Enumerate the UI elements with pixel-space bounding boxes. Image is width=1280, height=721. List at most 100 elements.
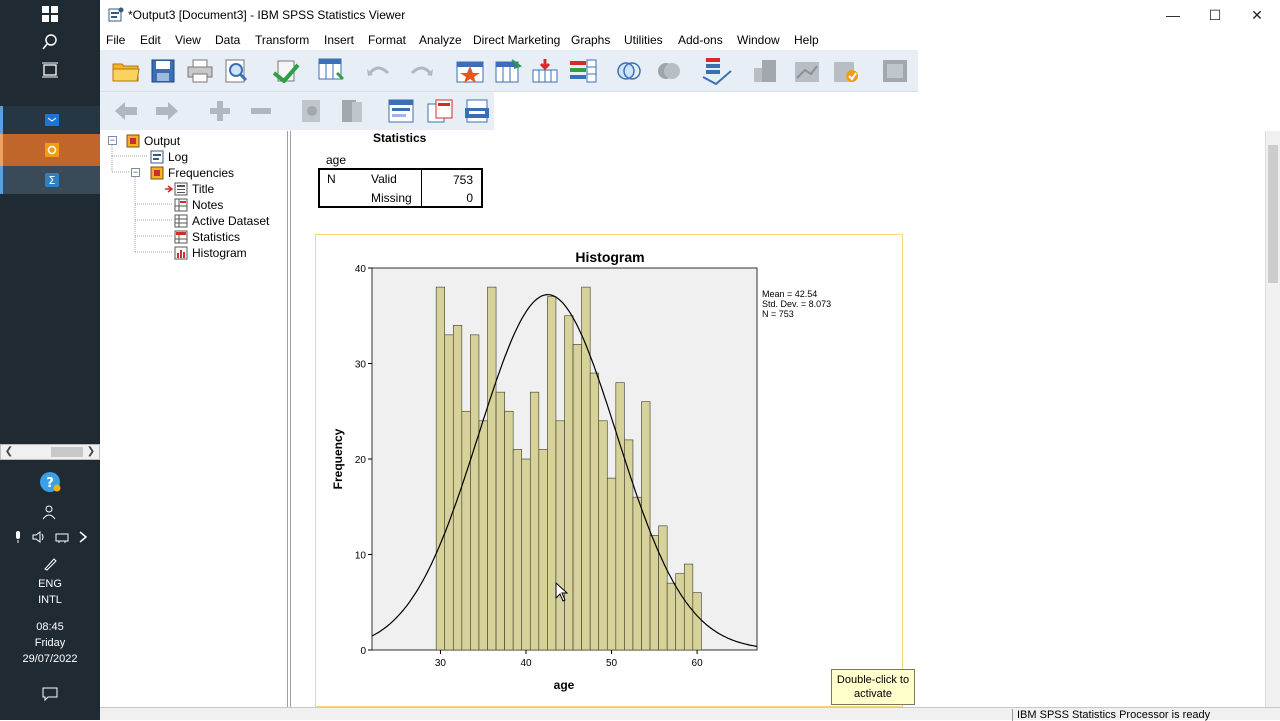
histogram-bar — [529, 391, 540, 651]
disabled-tool-2[interactable] — [792, 56, 822, 86]
keyboard-layout-label[interactable]: INTL — [0, 593, 100, 608]
menu-window[interactable]: Window — [737, 33, 780, 47]
print-preview-button[interactable] — [222, 56, 252, 86]
next-button[interactable] — [152, 96, 182, 126]
histogram-bar — [658, 525, 668, 651]
svg-text:?: ? — [46, 476, 54, 491]
histogram-bar — [495, 391, 505, 651]
menu-utilities[interactable]: Utilities — [624, 33, 663, 47]
content-vertical-scrollbar[interactable] — [1265, 131, 1280, 707]
people-icon[interactable] — [0, 498, 100, 526]
taskbar-scrollbar[interactable]: ❮ ❯ — [0, 444, 100, 460]
content-scroll-thumb[interactable] — [1268, 145, 1278, 283]
pen-icon[interactable] — [0, 550, 100, 578]
use-sets-button[interactable] — [614, 56, 644, 86]
menu-format[interactable]: Format — [368, 33, 406, 47]
variables-button[interactable] — [568, 56, 598, 86]
scroll-left-icon[interactable]: ❮ — [1, 445, 17, 459]
search-icon[interactable] — [0, 28, 100, 56]
goto-case-icon — [495, 59, 522, 83]
insert-title-icon — [427, 99, 453, 123]
menu-file[interactable]: File — [106, 33, 125, 47]
arrow-right-icon — [156, 102, 178, 120]
go-to-data-button[interactable] — [317, 56, 347, 86]
tree-item-notes[interactable]: Notes — [174, 197, 223, 213]
redo-button[interactable] — [406, 56, 436, 86]
windows-start-icon[interactable] — [0, 0, 100, 28]
tree-label-histogram: Histogram — [192, 246, 247, 260]
expand-button[interactable] — [205, 96, 235, 126]
previous-button[interactable] — [111, 96, 141, 126]
hide-button[interactable] — [337, 96, 367, 126]
designate-window-button[interactable] — [455, 56, 485, 86]
x-axis-ticks: 30 40 50 60 — [435, 650, 703, 669]
maximize-button[interactable]: ☐ — [1194, 0, 1236, 30]
minimize-button[interactable]: — — [1152, 0, 1194, 30]
language-label[interactable]: ENG — [0, 577, 100, 592]
save-button[interactable] — [148, 56, 178, 86]
script-button[interactable] — [831, 56, 861, 86]
office-taskbar-icon[interactable] — [0, 134, 100, 166]
menu-view[interactable]: View — [175, 33, 201, 47]
task-view-icon[interactable] — [0, 56, 100, 84]
scroll-right-icon[interactable]: ❯ — [83, 445, 99, 459]
menu-add-ons[interactable]: Add-ons — [678, 33, 723, 47]
menu-graphs[interactable]: Graphs — [571, 33, 610, 47]
menu-transform[interactable]: Transform — [255, 33, 309, 47]
help-icon[interactable]: ? — [0, 468, 100, 496]
hide-doc-icon — [342, 100, 362, 122]
tree-item-active-dataset[interactable]: Active Dataset — [174, 213, 269, 229]
chevron-right-icon[interactable] — [78, 530, 88, 544]
open-folder-button[interactable] — [111, 56, 141, 86]
histogram-bar — [572, 344, 582, 651]
menu-direct-marketing[interactable]: Direct Marketing — [473, 33, 560, 47]
goto-case-button[interactable] — [493, 56, 523, 86]
menu-edit[interactable]: Edit — [140, 33, 161, 47]
tree-item-statistics[interactable]: Statistics — [174, 229, 240, 245]
histogram-bar — [478, 420, 488, 651]
arrow-left-icon — [115, 102, 137, 120]
histogram-bar — [452, 325, 463, 651]
tree-item-histogram[interactable]: Histogram — [174, 245, 247, 261]
spss-taskbar-icon[interactable]: Σ — [0, 166, 100, 194]
plus-icon — [210, 101, 230, 121]
menu-data[interactable]: Data — [215, 33, 240, 47]
x-tick-label: 30 — [435, 658, 447, 669]
menu-insert[interactable]: Insert — [324, 33, 354, 47]
collapse-button[interactable] — [246, 96, 276, 126]
spelling-button[interactable] — [702, 56, 732, 86]
undo-button[interactable] — [364, 56, 394, 86]
clock-time[interactable]: 08:45 — [0, 620, 100, 635]
outlook-taskbar-icon[interactable] — [0, 106, 100, 134]
insert-heading-button[interactable] — [386, 96, 416, 126]
title-bar[interactable]: *Output3 [Document3] - IBM SPSS Statisti… — [100, 0, 1280, 30]
histogram-bar — [470, 334, 480, 651]
export-button[interactable] — [271, 56, 301, 86]
close-button[interactable]: ✕ — [1236, 0, 1278, 30]
tooltip-line1: Double-click to — [836, 674, 910, 686]
statistics-title[interactable]: Statistics — [373, 131, 426, 145]
print-button[interactable] — [185, 56, 215, 86]
statistics-table[interactable]: N Valid 753 Missing 0 — [318, 168, 483, 208]
menu-analyze[interactable]: Analyze — [419, 33, 462, 47]
histogram-chart-frame[interactable]: Histogram 0 10 20 30 40 30 40 50 60 Frequency a… — [315, 234, 903, 707]
tree-item-title[interactable]: Title — [174, 181, 214, 197]
show-all-variables-button[interactable] — [654, 56, 684, 86]
microphone-icon[interactable] — [13, 530, 23, 544]
insert-title-button[interactable] — [425, 96, 455, 126]
goto-variable-button[interactable] — [530, 56, 560, 86]
notification-icon[interactable] — [0, 680, 100, 708]
insert-text-button[interactable] — [462, 96, 492, 126]
outline-pane: − Output Log − Frequencies Title Notes A… — [100, 131, 288, 707]
disabled-tool-3[interactable] — [880, 56, 910, 86]
print-preview-icon — [225, 59, 248, 83]
disabled-tool-1[interactable] — [751, 56, 781, 86]
scroll-thumb[interactable] — [51, 447, 83, 457]
show-button[interactable] — [297, 96, 327, 126]
volume-icon[interactable] — [32, 530, 46, 544]
insert-text-icon — [465, 99, 489, 123]
menu-help[interactable]: Help — [794, 33, 819, 47]
y-tick-label: 10 — [355, 551, 367, 562]
network-icon[interactable] — [55, 530, 69, 544]
script-icon — [834, 62, 858, 82]
